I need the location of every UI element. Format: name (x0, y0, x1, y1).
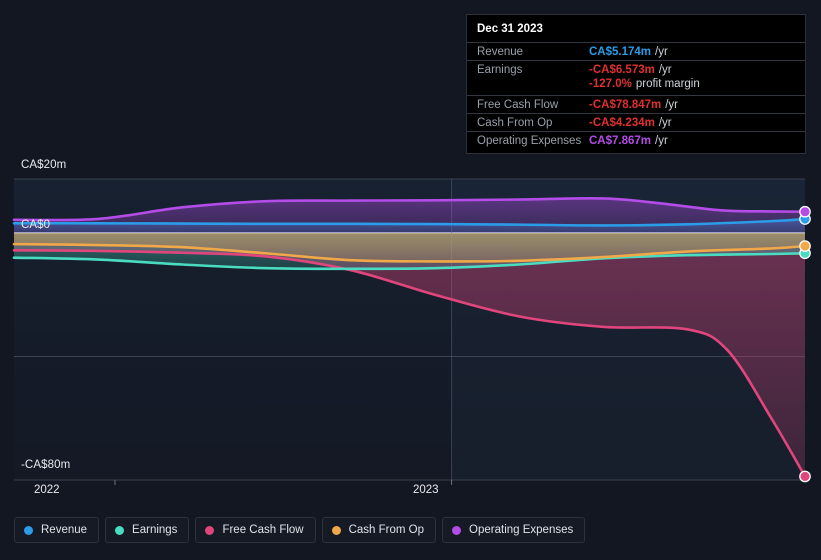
y-axis-label-zero: CA$0 (21, 219, 51, 231)
x-axis-label-2022: 2022 (34, 484, 60, 496)
legend-color-dot (24, 525, 33, 535)
tooltip-row-key: Operating Expenses (477, 134, 582, 147)
tooltip-row-value: CA$5.174m/yr (589, 45, 668, 58)
y-axis-label-bottom: -CA$80m (21, 459, 71, 471)
tooltip-row-unit: /yr (665, 98, 679, 111)
tooltip-row: Operating Expenses CA$7.867m/yr (467, 131, 805, 149)
legend-color-dot (205, 525, 215, 535)
tooltip-row-value: -127.0% profit margin (589, 78, 700, 90)
tooltip-date: Dec 31 2023 (477, 23, 543, 35)
legend-item-free-cash-flow[interactable]: Free Cash Flow (195, 517, 316, 543)
tooltip-row: Free Cash Flow -CA$78.847m/yr (467, 95, 805, 113)
tooltip-row-key: Cash From Op (477, 116, 553, 129)
y-axis-label-top: CA$20m (21, 159, 67, 171)
tooltip-row-key: Earnings (477, 63, 523, 76)
legend-item-revenue[interactable]: Revenue (14, 517, 100, 543)
financial-chart-panel: CA$20m CA$0 -CA$80m 2022 2023 Dec 31 202… (0, 0, 821, 560)
tooltip-row-unit: /yr (655, 45, 668, 58)
legend-item-label: Earnings (132, 524, 178, 536)
x-axis-label-2023: 2023 (413, 484, 439, 496)
tooltip-row: Revenue CA$5.174m/yr (467, 42, 805, 60)
tooltip-row: -127.0% profit margin (467, 78, 805, 95)
tooltip-row-value: -CA$6.573m/yr (589, 63, 672, 76)
chart-tooltip: Dec 31 2023 Revenue CA$5.174m/yr Earnings -… (466, 14, 806, 154)
legend-item-label: Operating Expenses (469, 524, 574, 536)
chart-legend[interactable]: Revenue Earnings Free Cash Flow Cash From O… (14, 517, 586, 543)
legend-color-dot (452, 525, 462, 535)
legend-item-earnings[interactable]: Earnings (105, 517, 190, 543)
tooltip-row-unit: /yr (658, 63, 672, 76)
legend-color-dot (115, 525, 125, 535)
tooltip-row-value: CA$7.867m/yr (589, 134, 668, 147)
legend-item-cash-from-op[interactable]: Cash From Op (321, 517, 437, 543)
legend-item-label: Free Cash Flow (222, 524, 304, 536)
tooltip-row-key: Free Cash Flow (477, 98, 559, 111)
tooltip-row: Earnings -CA$6.573m/yr (467, 60, 805, 78)
tooltip-row-unit: profit margin (635, 78, 700, 90)
tooltip-row-key: Revenue (477, 45, 524, 58)
tooltip-row: Cash From Op -CA$4.234m/yr (467, 113, 805, 131)
legend-item-operating-expenses[interactable]: Operating Expenses (442, 517, 586, 543)
tooltip-row-unit: /yr (658, 116, 672, 129)
tooltip-row-value: -CA$4.234m/yr (589, 116, 672, 129)
legend-item-label: Cash From Op (348, 524, 425, 536)
tooltip-row-unit: /yr (655, 134, 668, 147)
tooltip-rows: Revenue CA$5.174m/yr Earnings -CA$6.573m/yr… (467, 42, 805, 149)
legend-item-label: Revenue (41, 524, 88, 536)
tooltip-row-value: -CA$78.847m/yr (589, 98, 679, 111)
legend-color-dot (331, 525, 341, 535)
